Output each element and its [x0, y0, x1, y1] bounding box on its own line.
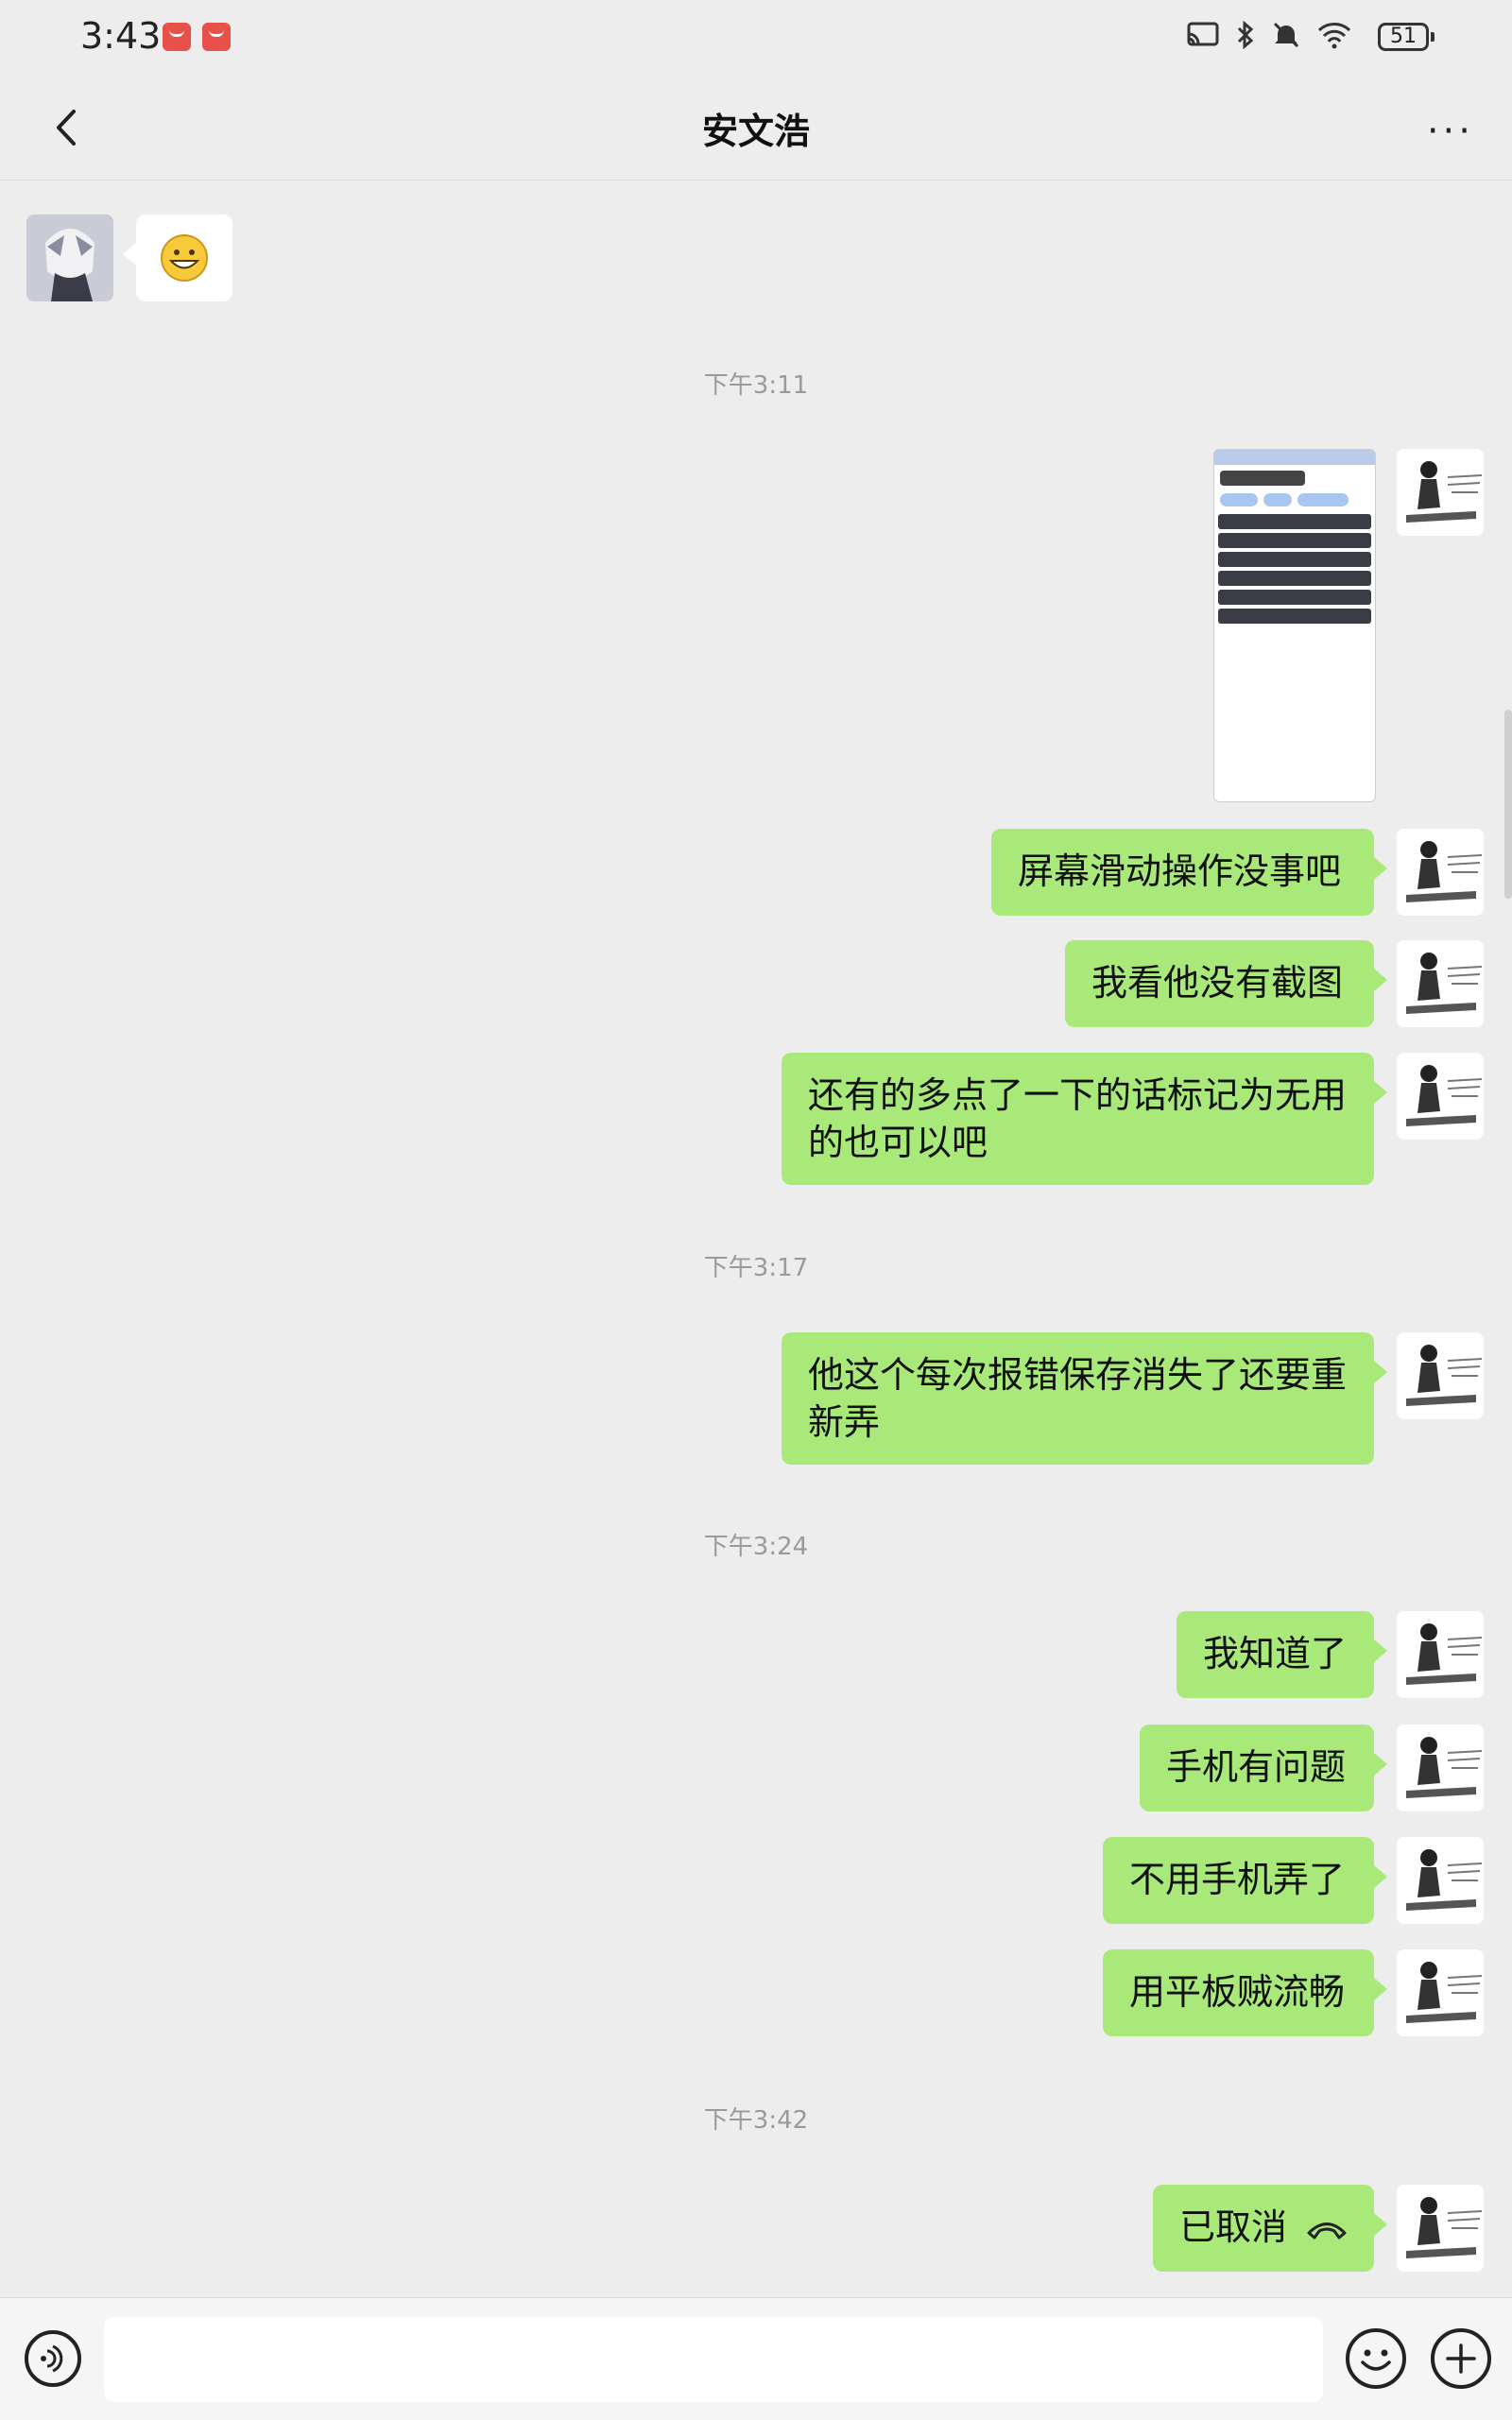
my-avatar[interactable]: [1397, 829, 1484, 916]
my-avatar[interactable]: [1397, 1949, 1484, 2036]
chat-header: 安文浩 ···: [0, 76, 1512, 180]
voice-input-button[interactable]: [25, 2330, 81, 2387]
chat-title: 安文浩: [701, 111, 810, 152]
message-bubble-outgoing[interactable]: 屏幕滑动操作没事吧: [991, 829, 1387, 916]
message-list[interactable]: 下午3:11 屏幕滑动操作没事吧 我看他没有截图 还有的多点了一下的话标记为无用…: [0, 180, 1512, 2297]
message-bubble-outgoing[interactable]: 不用手机弄了: [1103, 1837, 1387, 1924]
my-avatar[interactable]: [1397, 940, 1484, 1027]
call-status-bubble[interactable]: 已取消: [1153, 2185, 1387, 2272]
my-avatar[interactable]: [1397, 449, 1484, 536]
wifi-icon: [1317, 23, 1351, 49]
smiley-icon: [1361, 2349, 1391, 2371]
message-bubble-outgoing[interactable]: 我看他没有截图: [1065, 940, 1387, 1027]
my-avatar[interactable]: [1397, 1837, 1484, 1924]
my-avatar[interactable]: [1397, 1611, 1484, 1698]
message-timestamp: 下午3:42: [703, 2106, 809, 2135]
plus-icon: [1446, 2343, 1476, 2374]
scrollbar[interactable]: [1504, 710, 1512, 899]
message-bubble-outgoing[interactable]: 手机有问题: [1140, 1725, 1387, 1811]
phone-hangup-icon: [1307, 2223, 1347, 2240]
message-timestamp: 下午3:24: [703, 1533, 809, 1561]
my-avatar[interactable]: [1397, 1332, 1484, 1419]
status-time: 3:43: [80, 15, 162, 57]
grinning-face-emoji: [161, 234, 208, 282]
message-timestamp: 下午3:17: [703, 1254, 809, 1282]
message-timestamp: 下午3:11: [703, 371, 809, 400]
message-bubble-outgoing[interactable]: 还有的多点了一下的话标记为无用的也可以吧: [782, 1053, 1387, 1185]
contact-avatar[interactable]: [26, 215, 113, 301]
image-message-thumbnail[interactable]: [1213, 449, 1376, 802]
emoji-button[interactable]: [1346, 2328, 1406, 2389]
more-options-button[interactable]: ···: [1427, 110, 1474, 153]
more-actions-button[interactable]: [1431, 2328, 1491, 2389]
input-bar: [0, 2297, 1512, 2420]
battery-indicator: 51: [1378, 23, 1435, 51]
my-avatar[interactable]: [1397, 1053, 1484, 1140]
my-avatar[interactable]: [1397, 1725, 1484, 1811]
mute-icon: [1273, 22, 1299, 48]
bluetooth-icon: [1237, 21, 1254, 49]
message-bubble-incoming[interactable]: [123, 215, 232, 301]
notification-app-icon: [202, 23, 231, 51]
my-avatar[interactable]: [1397, 2185, 1484, 2272]
call-status-label: 已取消: [1179, 2206, 1288, 2248]
notification-app-icon: [163, 23, 191, 51]
message-input[interactable]: [104, 2317, 1323, 2402]
voice-icon: [41, 2344, 63, 2373]
message-bubble-outgoing[interactable]: 我知道了: [1177, 1611, 1387, 1698]
message-bubble-outgoing[interactable]: 他这个每次报错保存消失了还要重新弄: [782, 1332, 1387, 1465]
status-bar: 3:43 51: [0, 0, 1512, 76]
cast-icon: [1187, 22, 1219, 46]
message-bubble-outgoing[interactable]: 用平板贼流畅: [1103, 1949, 1387, 2036]
